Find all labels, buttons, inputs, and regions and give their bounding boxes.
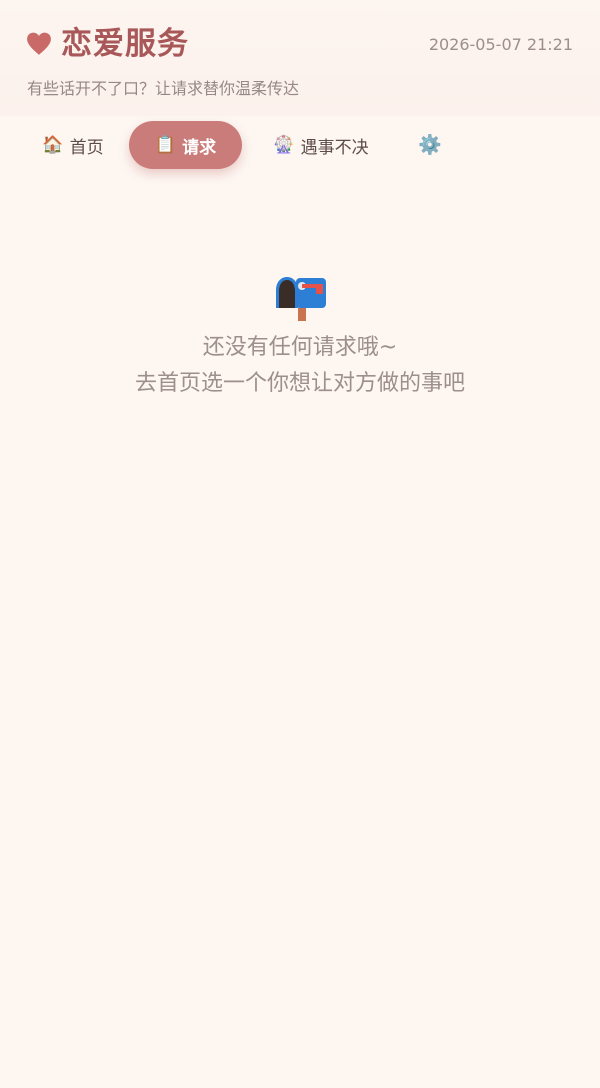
clipboard-icon: 📋 <box>154 134 177 155</box>
app-header: 恋爱服务 2026-05-07 21:21 有些话开不了口？让请求替你温柔传达 <box>0 0 600 116</box>
empty-hint: 去首页选一个你想让对方做的事吧 <box>134 371 465 396</box>
tab-requests[interactable]: 📋 请求 <box>129 121 242 169</box>
app-subtitle: 有些话开不了口？让请求替你温柔传达 <box>27 79 300 98</box>
empty-state: 还没有任何请求哦~ 去首页选一个你想让对方做的事吧 <box>0 272 600 402</box>
app-title: 恋爱服务 <box>61 26 189 62</box>
tab-requests-label: 请求 <box>182 137 217 158</box>
ferris-wheel-icon: 🎡 <box>273 134 295 155</box>
empty-message: 还没有任何请求哦~ <box>202 335 398 360</box>
heart-icon <box>27 32 51 55</box>
tab-dilemma-label: 遇事不决 <box>300 137 369 158</box>
datetime-label: 2026-05-07 21:21 <box>428 35 573 54</box>
house-icon: 🏠 <box>42 134 64 155</box>
tab-home-label: 首页 <box>69 137 104 158</box>
tab-dilemma[interactable]: 🎡 遇事不决 <box>266 121 376 169</box>
tab-home[interactable]: 🏠 首页 <box>38 121 108 169</box>
brand: 恋爱服务 <box>26 22 189 66</box>
main-nav: 🏠 首页 📋 请求 🎡 遇事不决 ⚙️ <box>0 121 600 169</box>
mailbox-icon <box>276 277 326 321</box>
tab-settings[interactable]: ⚙️ <box>412 121 448 169</box>
gear-icon: ⚙️ <box>418 133 442 156</box>
